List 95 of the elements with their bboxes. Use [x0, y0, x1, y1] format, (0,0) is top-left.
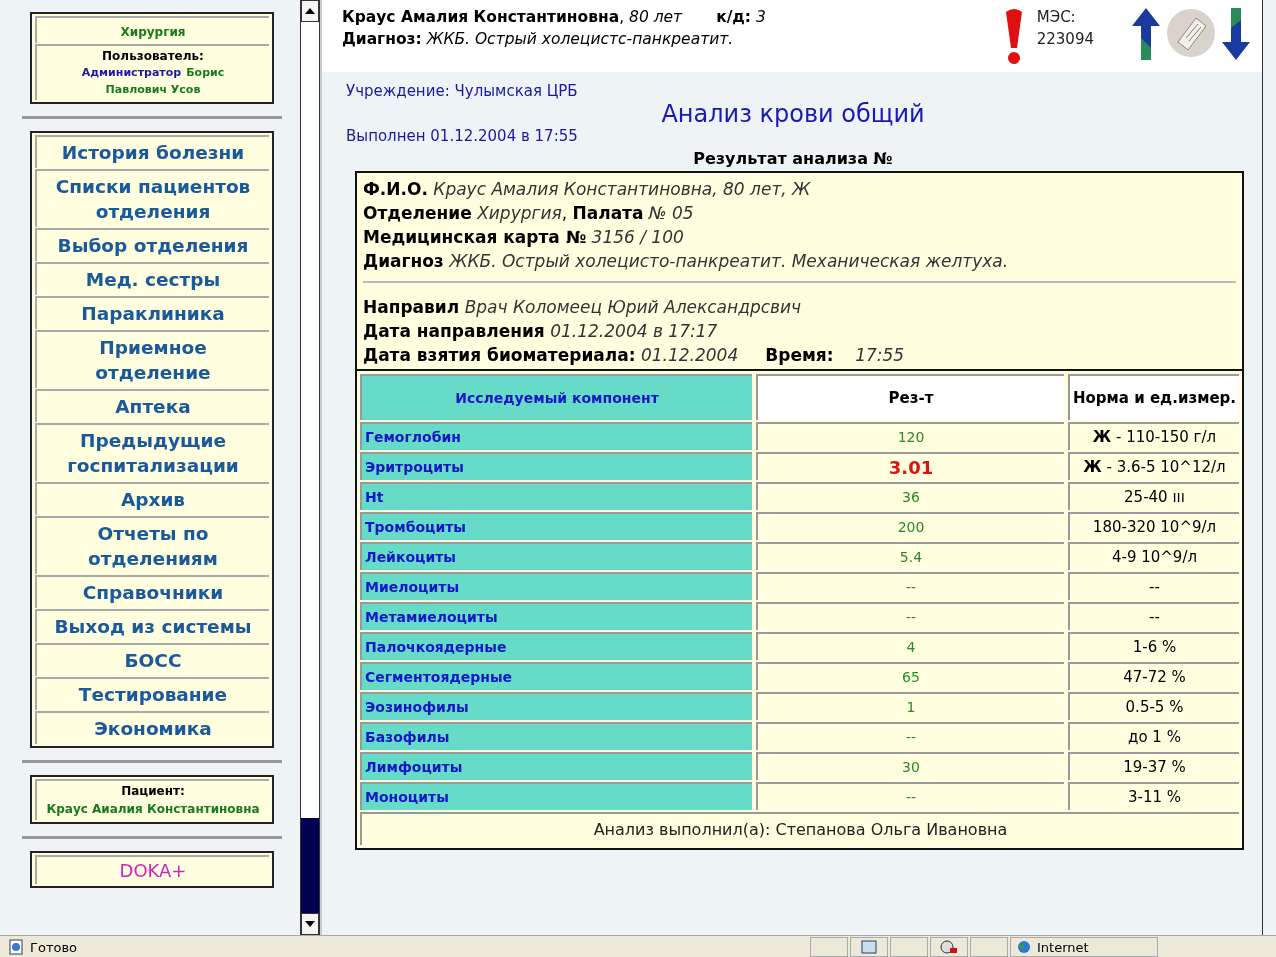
component-cell: Лейкоциты — [360, 542, 752, 570]
norm-cell: 3-11 % — [1068, 782, 1239, 810]
info-line: Диагноз ЖКБ. Острый холецисто-панкреатит. Механическая желтуха. — [363, 251, 1010, 271]
component-cell: Лимфоциты — [360, 752, 752, 780]
component-cell: Эритроциты — [360, 452, 752, 480]
referral-line: Дата взятия биоматериала: 01.12.2004 Время: 17:55 — [363, 345, 906, 365]
department-label: Хирургия — [120, 25, 186, 39]
result-cell: 4 — [756, 632, 1064, 660]
nav-item[interactable]: Тестирование — [35, 677, 269, 710]
norm-cell: 180-320 10^9/л — [1068, 512, 1239, 540]
institution-text: Учреждение: Чулымская ЦРБ — [346, 82, 579, 100]
result-cell: 120 — [756, 422, 1064, 450]
norm-cell: 25-40 ııı — [1068, 482, 1239, 510]
performed-date: Выполнен 01.12.2004 в 17:55 — [346, 128, 579, 144]
nav-item[interactable]: Мед. сестры — [35, 262, 269, 295]
nav-item[interactable]: История болезни — [35, 135, 269, 168]
component-cell: Сегментоядерные — [360, 662, 752, 690]
result-cell: 30 — [756, 752, 1064, 780]
scroll-thumb[interactable] — [301, 818, 319, 913]
result-cell: 3.01 — [756, 452, 1064, 480]
status-text: Готово — [30, 939, 78, 955]
down-arrow-icon[interactable] — [1222, 8, 1250, 60]
component-cell: Миелоциты — [360, 572, 752, 600]
column-header: Рез-т — [756, 374, 1064, 420]
result-cell: 36 — [756, 482, 1064, 510]
component-cell: Базофилы — [360, 722, 752, 750]
down-triangle-icon — [305, 921, 315, 927]
result-cell: -- — [756, 602, 1064, 630]
nav-item[interactable]: Выход из системы — [35, 609, 269, 642]
window-icon — [861, 940, 877, 954]
globe-icon — [1017, 940, 1031, 954]
up-arrow-icon[interactable] — [1132, 8, 1160, 60]
scroll-down-button[interactable] — [301, 913, 319, 935]
norm-cell: 0.5-5 % — [1068, 692, 1239, 720]
nav-item[interactable]: БОСС — [35, 643, 269, 676]
component-cell: Эозинофилы — [360, 692, 752, 720]
user-line: Администратор Борис Павлович Усов — [80, 65, 226, 97]
nav-item[interactable]: Выбор отделения — [35, 228, 269, 261]
referral-line: Дата направления 01.12.2004 в 17:17 — [363, 321, 719, 341]
norm-cell: -- — [1068, 602, 1239, 630]
norm-cell: Ж - 110-150 г/л — [1068, 422, 1239, 450]
patient-name: Краус Аиалия Константиновна — [46, 802, 260, 816]
mes-code: 223094 — [1036, 30, 1094, 48]
component-cell: Тромбоциты — [360, 512, 752, 540]
diagnosis-heading: Диагноз: ЖКБ. Острый холецистс-панкреатит. — [342, 30, 735, 48]
scrollbar[interactable] — [300, 0, 320, 935]
nav-item[interactable]: Предыдущие госпитализации — [35, 423, 269, 481]
up-triangle-icon — [305, 8, 315, 14]
nav-item[interactable]: Списки пациентов отделения — [35, 169, 269, 227]
column-header: Исследуемый компонент — [360, 374, 752, 420]
nav-item[interactable]: Параклиника — [35, 296, 269, 329]
result-cell: -- — [756, 782, 1064, 810]
document-icon[interactable] — [1166, 8, 1216, 58]
norm-cell: -- — [1068, 572, 1239, 600]
zone-text: Internet — [1037, 939, 1089, 955]
brand-logo: DOKA+ — [119, 859, 187, 883]
nav-item[interactable]: Экономика — [35, 711, 269, 744]
norm-cell: Ж - 3.6-5 10^12/л — [1068, 452, 1239, 480]
component-cell: Ht — [360, 482, 752, 510]
component-cell: Метамиелоциты — [360, 602, 752, 630]
result-cell: 65 — [756, 662, 1064, 690]
component-cell: Гемоглобин — [360, 422, 752, 450]
result-cell: 1 — [756, 692, 1064, 720]
norm-cell: 1-6 % — [1068, 632, 1239, 660]
page-icon — [8, 939, 24, 955]
mes-label: МЭС: — [1036, 8, 1077, 26]
nav-item[interactable]: Аптека — [35, 389, 269, 422]
result-cell: -- — [756, 572, 1064, 600]
result-title: Результат анализа № — [692, 149, 894, 168]
bed-days: к/д: 3 — [716, 8, 766, 26]
nav-item[interactable]: Справочники — [35, 575, 269, 608]
info-line: Отделение Хирургия, Палата № 05 — [363, 203, 695, 223]
result-cell: -- — [756, 722, 1064, 750]
info-line: Медицинская карта № 3156 / 100 — [363, 227, 685, 247]
report-title: Анализ крови общий — [660, 100, 926, 128]
patient-heading: Краус Амалия Константиновна, 80 лет — [342, 8, 683, 26]
performed-by: Анализ выполнил(а): Степанова Ольга Ивановна — [360, 812, 1239, 845]
component-cell: Палочкоядерные — [360, 632, 752, 660]
info-line: Ф.И.О. Краус Амалия Константиновна, 80 лет, Ж — [363, 179, 812, 199]
nav-item[interactable]: Приемное отделение — [35, 330, 269, 388]
component-cell: Моноциты — [360, 782, 752, 810]
nav-item[interactable]: Архив — [35, 482, 269, 515]
blocked-icon — [940, 940, 958, 954]
patient-label: Пациент: — [120, 784, 186, 798]
result-cell: 5.4 — [756, 542, 1064, 570]
norm-cell: 47-72 % — [1068, 662, 1239, 690]
column-header: Норма и ед.измер. — [1068, 374, 1239, 420]
norm-cell: 19-37 % — [1068, 752, 1239, 780]
result-cell: 200 — [756, 512, 1064, 540]
scroll-up-button[interactable] — [301, 0, 319, 22]
norm-cell: до 1 % — [1068, 722, 1239, 750]
referral-line: Направил Врач Коломеец Юрий Александрсвич — [363, 297, 803, 317]
user-label: Пользователь: — [101, 49, 205, 63]
nav-item[interactable]: Отчеты по отделениям — [35, 516, 269, 574]
norm-cell: 4-9 10^9/л — [1068, 542, 1239, 570]
